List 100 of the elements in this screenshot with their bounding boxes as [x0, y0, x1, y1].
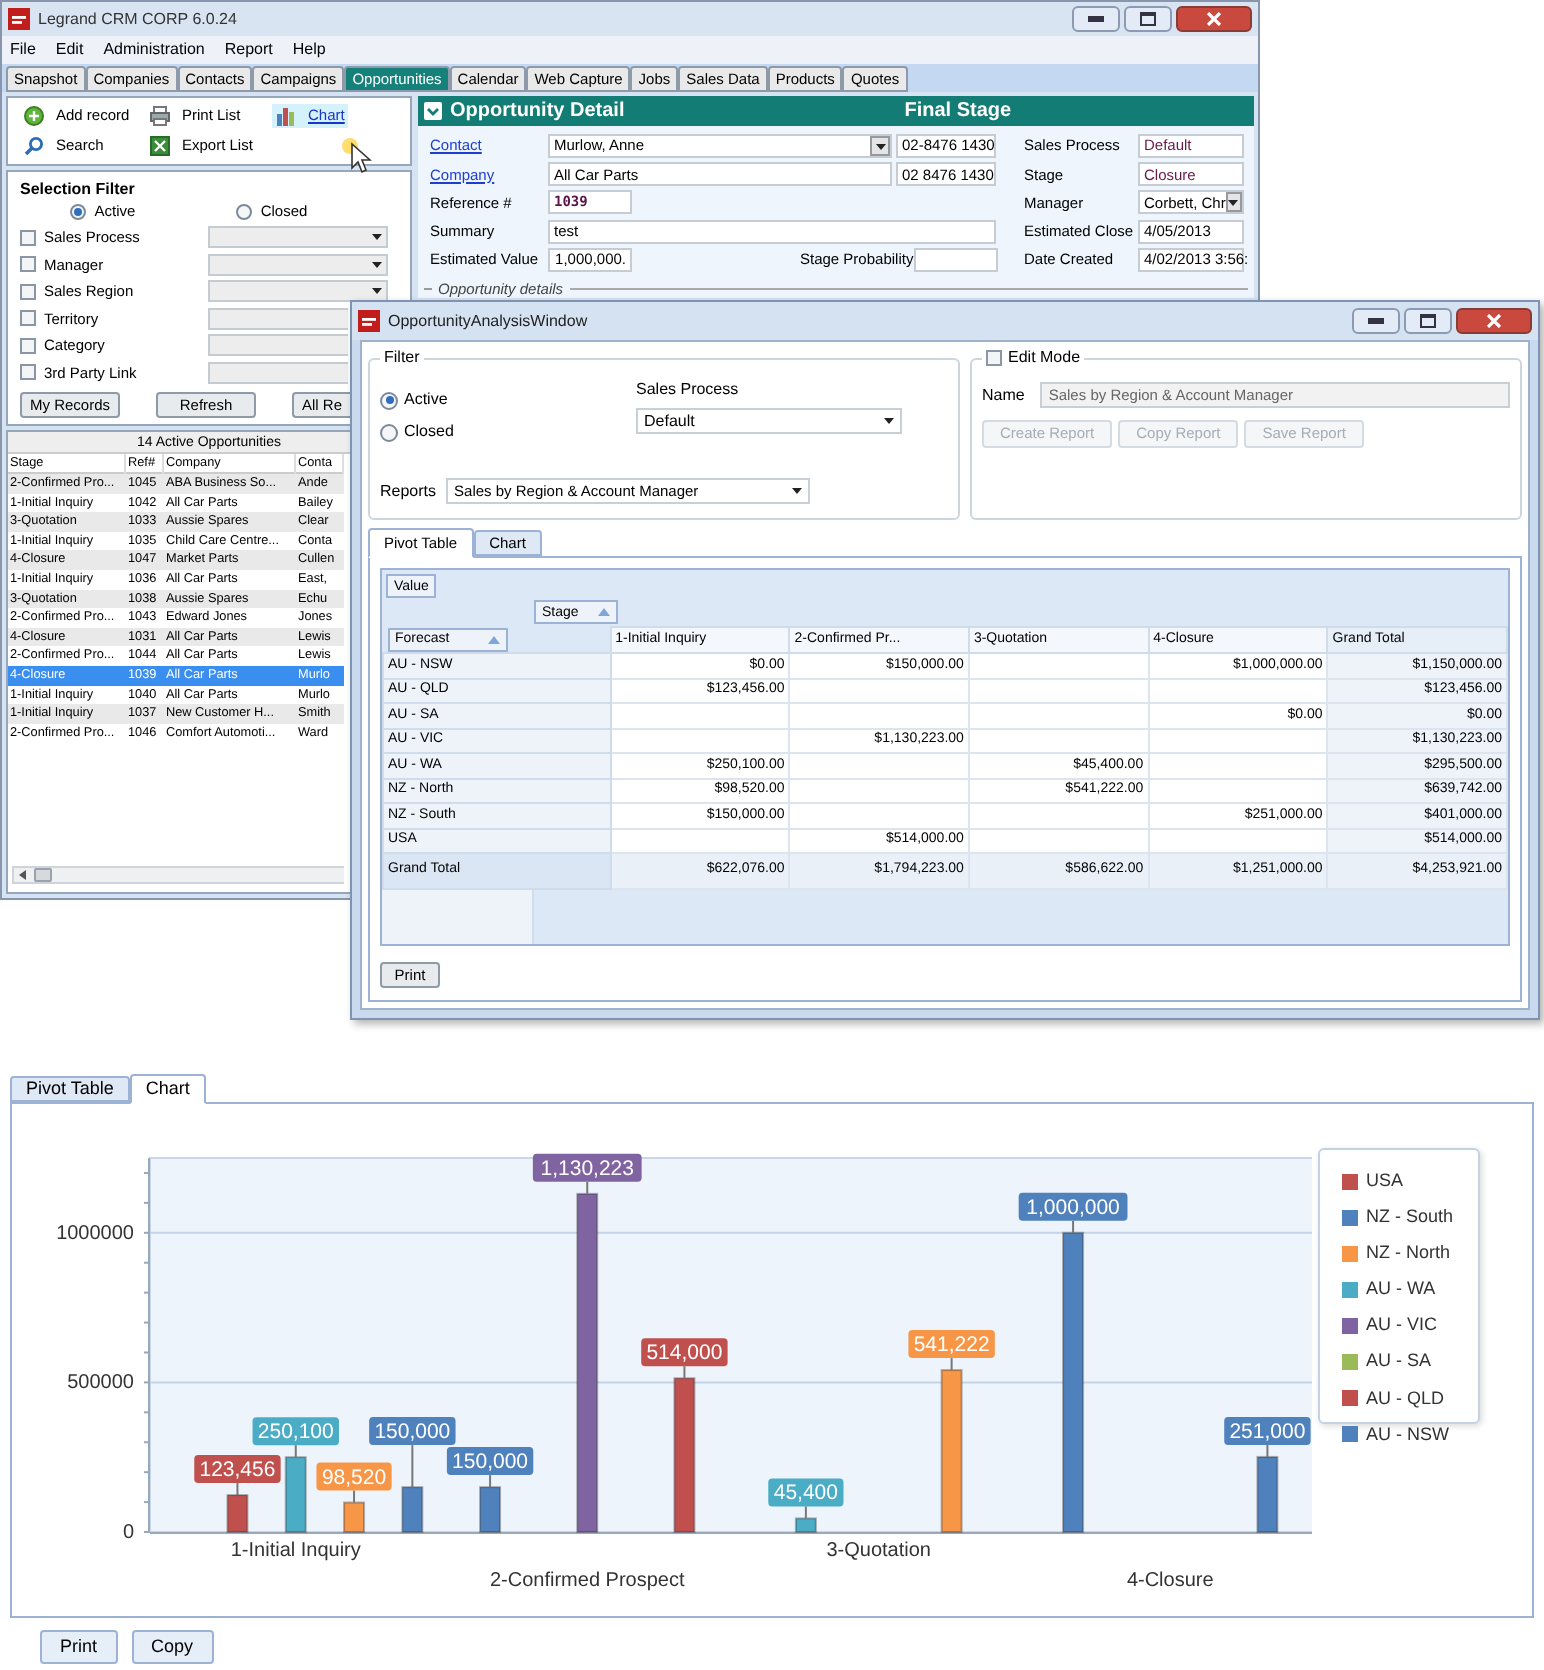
maximize-icon: [1140, 12, 1156, 26]
leader-line: [353, 1489, 356, 1504]
leader-line: [294, 1444, 297, 1459]
field-label: Name: [982, 383, 1025, 407]
leader-line: [236, 1482, 239, 1497]
field-label: Reports: [380, 479, 437, 503]
window-title: Legrand CRM CORP 6.0.24: [38, 7, 237, 31]
menu-item[interactable]: Administration: [103, 38, 205, 62]
axis-label: 4-Closure: [1126, 1570, 1214, 1592]
text-field[interactable]: [208, 334, 348, 357]
text-field[interactable]: [208, 307, 348, 330]
button[interactable]: Print: [40, 1630, 118, 1664]
maximize-button[interactable]: [1124, 6, 1172, 32]
close-button[interactable]: [1176, 6, 1252, 32]
dropdown-button[interactable]: [1225, 192, 1242, 213]
app-logo-icon: [8, 8, 30, 30]
dropdown-button[interactable]: [870, 136, 890, 156]
legend-label: USA: [1366, 1168, 1404, 1194]
legend-label: NZ - North: [1366, 1240, 1451, 1267]
leader-line: [683, 1365, 686, 1380]
leader-line: [1266, 1443, 1269, 1458]
data-label: 150,000: [369, 1417, 456, 1446]
axis-label: 1-Initial Inquiry: [230, 1540, 361, 1562]
dropdown-arrow-icon: [372, 261, 382, 268]
maximize-icon: [1420, 314, 1436, 328]
axis-label: 0: [122, 1522, 134, 1544]
radio-button[interactable]: [380, 391, 398, 409]
horizontal-scrollbar[interactable]: [12, 866, 344, 884]
minimize-button[interactable]: [1352, 308, 1400, 334]
dropdown-value: Default: [644, 409, 695, 433]
bar: [401, 1486, 424, 1533]
button[interactable]: Copy: [131, 1630, 214, 1664]
leader-line: [411, 1444, 414, 1489]
dropdown-arrow-icon: [792, 488, 803, 494]
data-label: 150,000: [446, 1447, 534, 1476]
legend-label: NZ - South: [1366, 1204, 1454, 1231]
collapse-icon: [424, 102, 442, 120]
data-label: 250,100: [252, 1417, 339, 1446]
axis-label: 3-Quotation: [826, 1540, 931, 1562]
data-label: 1,130,223: [532, 1153, 642, 1182]
data-label: 514,000: [641, 1338, 728, 1367]
bar: [284, 1456, 307, 1533]
checkbox[interactable]: [20, 310, 36, 327]
close-button[interactable]: [1456, 308, 1532, 334]
add-icon: [24, 106, 44, 126]
minimize-icon: [1088, 16, 1104, 22]
leader-line: [489, 1474, 492, 1489]
leader-line: [586, 1180, 589, 1195]
legend-label: AU - QLD: [1366, 1385, 1445, 1412]
radio-button[interactable]: [236, 204, 253, 220]
radio-button[interactable]: [70, 204, 87, 220]
axis-label: 2-Confirmed Prospect: [490, 1570, 685, 1592]
checkbox[interactable]: [20, 337, 36, 354]
tab[interactable]: Pivot Table: [10, 1076, 130, 1102]
data-label: 1,000,000: [1018, 1192, 1128, 1221]
scrollbar-thumb[interactable]: [34, 868, 52, 882]
spreadsheet-icon: [150, 136, 170, 156]
stage-title: Final Stage: [904, 98, 1012, 126]
checkbox[interactable]: [20, 229, 36, 246]
dropdown-arrow-icon: [372, 288, 382, 295]
minimize-icon: [1368, 318, 1384, 324]
text-field[interactable]: [914, 247, 998, 272]
panel-title: Opportunity Detail: [450, 98, 625, 126]
dropdown[interactable]: [208, 280, 388, 303]
radio-label: Closed: [404, 420, 454, 444]
maximize-button[interactable]: [1404, 308, 1452, 334]
group-title: Filter: [382, 346, 422, 370]
sort-arrow-icon: [487, 635, 499, 644]
dropdown-arrow-icon: [884, 418, 894, 424]
menu-item[interactable]: Edit: [55, 38, 84, 62]
dropdown[interactable]: Default: [636, 408, 902, 434]
tab[interactable]: Chart: [129, 1074, 206, 1104]
checkbox[interactable]: [20, 364, 36, 381]
bar: [794, 1517, 817, 1533]
menu-item[interactable]: Help: [292, 38, 326, 62]
menu-item[interactable]: File: [10, 38, 36, 62]
menu-item[interactable]: Report: [224, 38, 273, 62]
close-icon: [1486, 314, 1502, 328]
scroll-left-icon: [18, 870, 28, 880]
text-field[interactable]: [208, 361, 348, 384]
leader-line: [950, 1357, 953, 1372]
minimize-button[interactable]: [1072, 6, 1120, 32]
radio-button[interactable]: [380, 423, 398, 441]
bar: [343, 1501, 366, 1533]
data-label: 251,000: [1224, 1416, 1311, 1445]
printer-icon: [150, 106, 170, 126]
axis-label: 1000000: [56, 1222, 134, 1245]
legend-label: AU - VIC: [1366, 1312, 1438, 1339]
dropdown[interactable]: [208, 253, 388, 276]
data-label: 541,222: [908, 1330, 995, 1359]
radio-label: Active: [404, 388, 448, 412]
data-label: 98,520: [316, 1462, 392, 1491]
dropdown[interactable]: [208, 226, 388, 249]
field-label: Sales Process: [636, 378, 741, 402]
legend-label: AU - NSW: [1366, 1421, 1449, 1448]
checkbox[interactable]: [986, 350, 1002, 366]
checkbox[interactable]: [20, 283, 36, 300]
checkbox[interactable]: [20, 256, 36, 273]
axis-label: 500000: [67, 1372, 134, 1395]
window-title: OpportunityAnalysisWindow: [388, 309, 588, 333]
